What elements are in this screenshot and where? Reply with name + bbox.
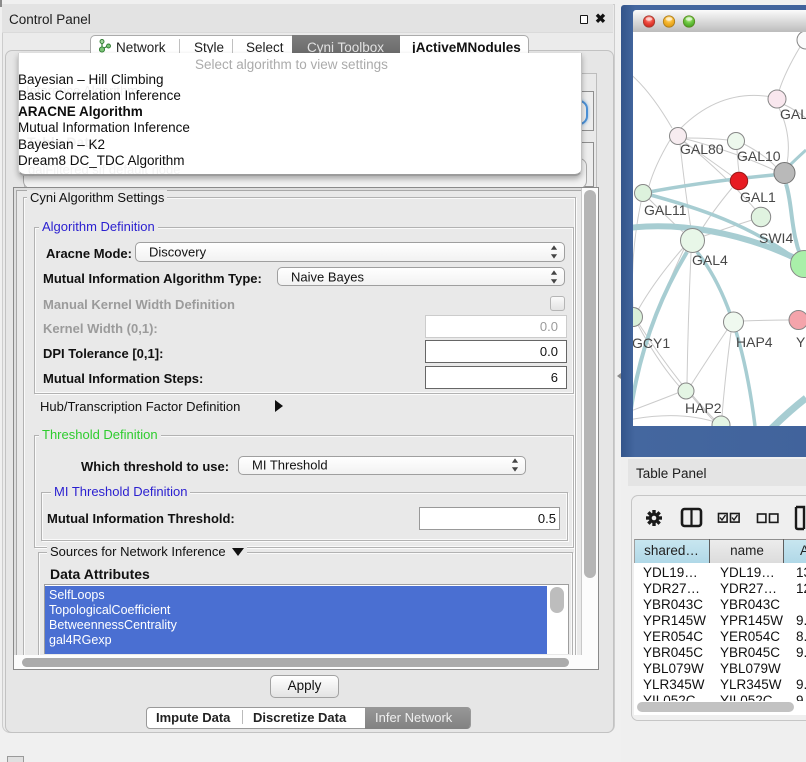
svg-text:GAL80: GAL80 bbox=[680, 141, 724, 157]
svg-text:HAP4: HAP4 bbox=[736, 334, 773, 350]
svg-text:SWI4: SWI4 bbox=[759, 230, 793, 246]
svg-text:GAL4: GAL4 bbox=[692, 252, 728, 268]
svg-text:HAP2: HAP2 bbox=[685, 400, 722, 416]
svg-text:GAL: GAL bbox=[780, 106, 806, 122]
svg-text:GAL10: GAL10 bbox=[737, 148, 781, 164]
svg-text:GAL1: GAL1 bbox=[740, 189, 776, 205]
svg-text:Y: Y bbox=[796, 334, 806, 350]
svg-text:GAL11: GAL11 bbox=[644, 202, 687, 218]
svg-text:GCY1: GCY1 bbox=[633, 335, 670, 351]
